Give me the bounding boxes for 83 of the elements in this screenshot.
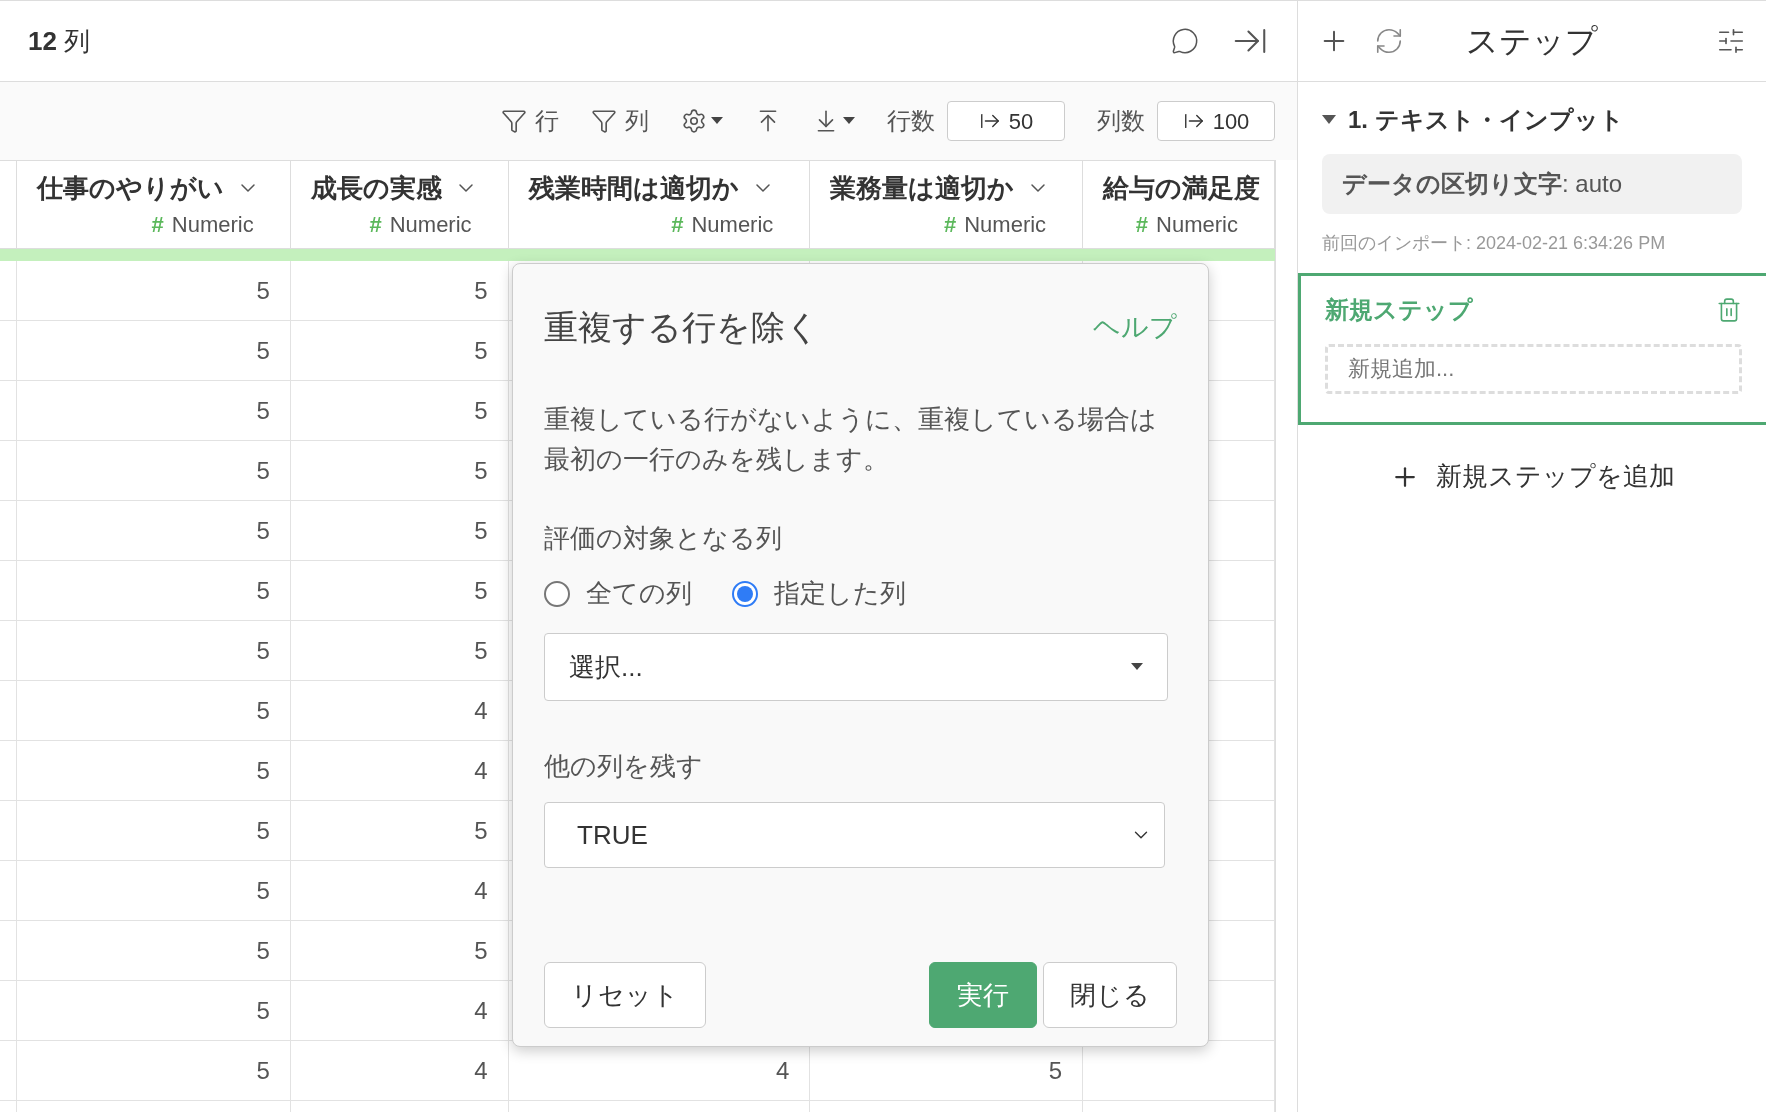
table-cell-text: 5 <box>474 275 488 306</box>
radio-option[interactable]: 全ての列 <box>544 574 692 613</box>
column-count: 12 列 <box>28 24 91 58</box>
radio-button[interactable] <box>544 580 570 607</box>
close-button[interactable]: 閉じる <box>1043 962 1177 1028</box>
column-type: Numeric <box>171 210 254 239</box>
column-name: 業務量は適切か <box>830 171 1015 205</box>
radio-button[interactable] <box>732 580 758 607</box>
new-step-title: 新規ステップ <box>1325 295 1473 325</box>
type-mark: # <box>671 210 684 239</box>
table-cell-text: 5 <box>474 395 488 426</box>
table-cell-text: 5 <box>256 935 270 966</box>
step-title[interactable]: 1. テキスト・インプット <box>1348 102 1624 138</box>
column-name: 成長の実感 <box>310 171 442 205</box>
table-cell-text: 5 <box>256 455 270 486</box>
table-cell-text: 5 <box>474 335 488 366</box>
table-cell-text: 5 <box>474 455 488 486</box>
table-cell-text: 5 <box>256 395 270 426</box>
column-select[interactable]: 選択... <box>544 633 1168 701</box>
radio-option[interactable]: 指定した列 <box>732 574 906 613</box>
table-cell-text: 4 <box>474 875 488 906</box>
table-cell-text: 5 <box>1048 1055 1063 1086</box>
filter-icon <box>591 108 617 134</box>
table-cell-text: 4 <box>474 755 488 786</box>
table-cell-text: 5 <box>256 335 270 366</box>
type-mark: # <box>943 210 957 239</box>
column-name: 仕事のやりがい <box>37 171 224 205</box>
column-type: Numeric <box>389 210 472 239</box>
dialog-description: 重複している行がないように、重複している場合は最初の一行のみを残します。 <box>544 403 1158 476</box>
column-type: Numeric <box>964 210 1047 239</box>
step-detail: データの区切り文字: auto <box>1322 154 1742 214</box>
filter-button[interactable]: 列 <box>591 103 649 139</box>
dialog-title: 重複する行を除く <box>544 307 820 348</box>
section-label: 他の列を残す <box>544 750 704 783</box>
table-cell-text: 4 <box>474 695 488 726</box>
limit-label: 行数 <box>887 106 935 136</box>
table-cell-text: 5 <box>256 995 270 1026</box>
column-type: Numeric <box>1156 210 1238 239</box>
column-name: 給与の満足度 <box>1103 171 1261 205</box>
keep-columns-select[interactable]: TRUE <box>544 802 1165 868</box>
table-cell-text: 4 <box>474 1055 488 1086</box>
refresh-icon[interactable] <box>1374 26 1404 56</box>
limit-label: 列数 <box>1097 106 1145 136</box>
table-cell-text: 5 <box>474 635 488 666</box>
table-cell-text: 5 <box>474 575 488 606</box>
table-cell-text: 4 <box>474 995 488 1026</box>
type-mark: # <box>1135 210 1149 239</box>
limit-field[interactable]: 100 <box>1157 101 1275 141</box>
add-step-button[interactable]: 新規ステップを追加 <box>1389 457 1675 496</box>
filter-icon <box>501 108 527 134</box>
table-cell-text: 5 <box>256 515 270 546</box>
dropdown-caret-icon <box>1131 663 1143 671</box>
table-cell-text: 5 <box>256 695 270 726</box>
caret-icon <box>711 117 723 125</box>
table-cell-text: 5 <box>256 755 270 786</box>
column-type: Numeric <box>691 210 774 239</box>
caret-icon <box>843 117 855 125</box>
table-cell-text: 5 <box>256 275 270 306</box>
trash-icon[interactable] <box>1716 297 1742 323</box>
comment-icon[interactable] <box>1171 27 1199 55</box>
settings-icon[interactable] <box>1716 26 1746 56</box>
table-cell-text: 5 <box>256 575 270 606</box>
type-mark: # <box>369 210 382 239</box>
table-cell-text: 4 <box>776 1055 790 1086</box>
filter-button[interactable]: 行 <box>501 103 559 139</box>
table-cell-text: 5 <box>256 875 270 906</box>
type-mark: # <box>151 210 164 239</box>
table-cell-text: 5 <box>256 635 270 666</box>
table-cell-text: 5 <box>256 815 270 846</box>
table-cell-text: 5 <box>474 935 488 966</box>
settings-button[interactable] <box>681 108 723 134</box>
reset-button[interactable]: リセット <box>544 962 706 1028</box>
new-step-field[interactable]: 新規追加... <box>1325 344 1742 394</box>
table-cell-text: 5 <box>474 815 488 846</box>
section-label: 評価の対象となる列 <box>544 522 783 555</box>
step-meta: 前回のインポート: 2024-02-21 6:34:26 PM <box>1322 232 1667 255</box>
limit-field[interactable]: 50 <box>947 101 1065 141</box>
table-cell-text: 5 <box>256 1055 270 1086</box>
column-name: 残業時間は適切か <box>528 171 739 205</box>
table-cell-text: 5 <box>474 515 488 546</box>
gear-icon <box>681 108 707 134</box>
panel-title: ステップ <box>1466 22 1598 61</box>
expand-caret-icon[interactable] <box>1322 115 1336 125</box>
